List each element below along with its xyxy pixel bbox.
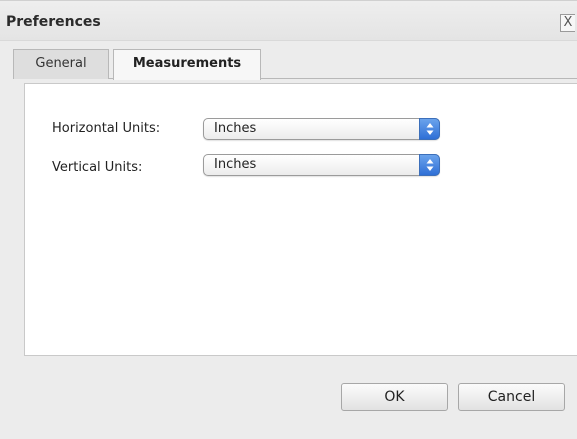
- measurements-panel: Horizontal Units: Inches Vertical Units:…: [24, 83, 577, 356]
- horizontal-units-select[interactable]: Inches: [203, 118, 440, 140]
- vertical-units-label: Vertical Units:: [52, 160, 143, 175]
- close-button[interactable]: X: [560, 14, 575, 32]
- vertical-units-value: Inches: [214, 157, 257, 172]
- title-bar[interactable]: Preferences X: [0, 1, 577, 41]
- tab-general[interactable]: General: [13, 49, 109, 79]
- ok-button[interactable]: OK: [341, 383, 448, 411]
- tab-measurements[interactable]: Measurements: [113, 49, 261, 80]
- up-down-arrows-icon: [419, 154, 440, 176]
- preferences-dialog: Preferences X General Measurements Horiz…: [0, 0, 577, 439]
- tab-bar: General Measurements: [13, 43, 577, 80]
- horizontal-units-label: Horizontal Units:: [52, 121, 161, 136]
- horizontal-units-value: Inches: [214, 121, 257, 136]
- vertical-units-select[interactable]: Inches: [203, 154, 440, 176]
- dialog-title: Preferences: [6, 14, 101, 30]
- close-icon: X: [563, 15, 573, 30]
- up-down-arrows-icon: [419, 118, 440, 140]
- cancel-button[interactable]: Cancel: [458, 383, 565, 411]
